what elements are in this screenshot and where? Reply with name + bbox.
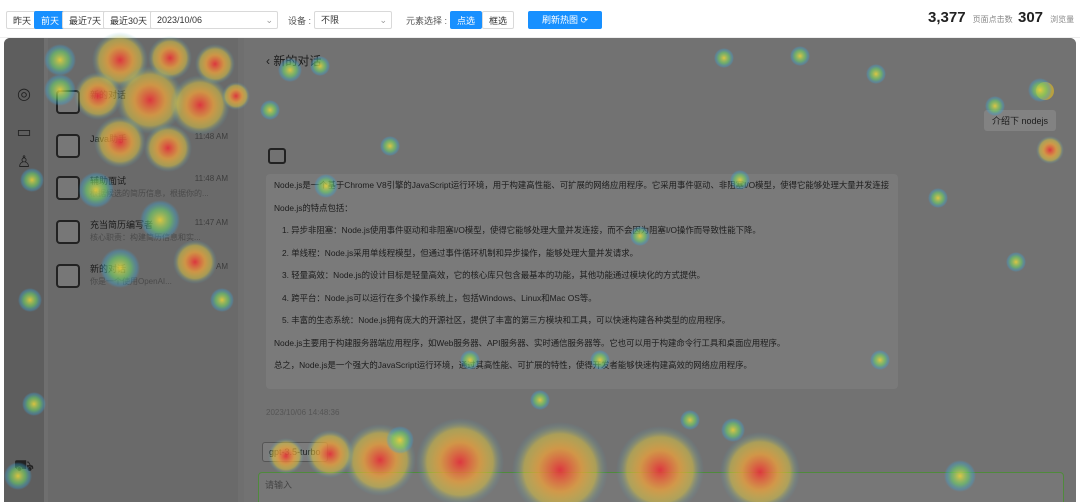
conversation-title: 新的对话 bbox=[90, 90, 127, 100]
model-name: gpt-3.5-turbo bbox=[269, 447, 321, 457]
robot-icon bbox=[56, 134, 80, 158]
views-value: 307 bbox=[1018, 9, 1044, 26]
conversation-title: 辅助面试 bbox=[90, 176, 127, 186]
conversation-item[interactable]: 新的对话 bbox=[54, 84, 234, 126]
answer-list-item: 2. 单线程：Node.js采用单线程模型，但通过事件循环机制和异步操作，能够处… bbox=[282, 247, 638, 258]
input-placeholder: 请输入 bbox=[265, 480, 293, 490]
conversation-title: 新的对话 bbox=[90, 264, 127, 274]
robot-icon bbox=[56, 90, 80, 114]
chat-header: ‹ 新的对话 bbox=[266, 52, 321, 69]
clicks-label: 页面点击数 bbox=[972, 15, 1013, 24]
user-message: 介绍下 nodejs bbox=[983, 110, 1056, 131]
conversation-item[interactable]: 辅助面试 11:48 AM 根据候选的简历信息，根据你的... bbox=[54, 170, 234, 212]
conversation-preview: 核心职责：构建简历信息和实... bbox=[90, 233, 201, 242]
clicks-value: 3,377 bbox=[928, 9, 966, 26]
range-30days-button[interactable]: 最近30天 bbox=[103, 11, 155, 29]
conversation-time: 11:47 AM bbox=[194, 218, 228, 227]
conversation-title: 充当简历编写者 bbox=[90, 220, 154, 230]
robot-icon bbox=[56, 264, 80, 288]
conversation-item[interactable]: 新的对话 AM 你是一个使用OpenAI... bbox=[54, 258, 234, 300]
answer-paragraph: Node.js主要用于构建服务器端应用程序，如Web服务器、API服务器、实时通… bbox=[274, 337, 786, 348]
message-timestamp: 2023/10/06 14:48:36 bbox=[266, 408, 340, 417]
device-select[interactable]: 不限 ⌄ bbox=[314, 11, 392, 29]
answer-paragraph: Node.js是一个基于Chrome V8引擎的JavaScript运行环境，用… bbox=[274, 180, 890, 190]
conversation-preview: 根据候选的简历信息，根据你的... bbox=[90, 189, 209, 198]
app-logo-icon[interactable]: ◎ bbox=[13, 84, 35, 106]
message-input[interactable]: 请输入 bbox=[258, 472, 1064, 502]
robot-icon bbox=[56, 220, 80, 244]
device-label: 设备 : bbox=[288, 16, 312, 26]
element-select-label: 元素选择 : bbox=[406, 16, 448, 26]
answer-list-item: 1. 异步非阻塞：Node.js使用事件驱动和非阻塞I/O模型，使得它能够处理大… bbox=[282, 225, 761, 235]
chat-panel: ‹ 新的对话 介绍下 nodejs Node.js是一个基于Chrome V8引… bbox=[244, 38, 1076, 502]
device-value: 不限 bbox=[321, 15, 340, 25]
answer-list-item: 4. 跨平台：Node.js可以运行在多个操作系统上，包括Windows、Lin… bbox=[282, 292, 597, 303]
mode-click-button[interactable]: 点选 bbox=[450, 11, 483, 29]
assistant-message: Node.js是一个基于Chrome V8引擎的JavaScript运行环境，用… bbox=[266, 174, 898, 389]
conversation-time: AM bbox=[216, 262, 228, 271]
user-icon[interactable]: ♙ bbox=[13, 152, 35, 174]
views-stat: 307 浏览量 bbox=[1018, 9, 1074, 26]
conversation-time: 11:48 AM bbox=[194, 132, 228, 141]
mode-box-button[interactable]: 框选 bbox=[482, 11, 515, 29]
chat-title: 新的对话 bbox=[273, 54, 322, 68]
refresh-icon: ⟳ bbox=[580, 15, 589, 25]
refresh-label: 刷新热图 bbox=[541, 15, 578, 25]
date-value: 2023/10/06 bbox=[157, 15, 203, 25]
heatmap-toolbar: 昨天 前天 最近7天 最近30天 2023/10/06 ⌄ 设备 : 不限 ⌄ … bbox=[0, 0, 1080, 38]
conversation-time: 11:48 AM bbox=[194, 174, 228, 183]
model-selector[interactable]: gpt-3.5-turbo bbox=[262, 442, 328, 462]
heatmap-stage: ◎ ▭ ♙ ⛟ 新的对话 Java助手 11:48 AM 辅助面试 11:48 … bbox=[4, 38, 1076, 502]
cart-icon[interactable]: ⛟ bbox=[13, 456, 35, 478]
conversation-list: 新的对话 Java助手 11:48 AM 辅助面试 11:48 AM 根据候选的… bbox=[48, 38, 238, 502]
date-picker[interactable]: 2023/10/06 ⌄ bbox=[150, 11, 278, 29]
chevron-down-icon: ⌄ bbox=[379, 15, 387, 25]
bot-avatar-icon bbox=[268, 148, 286, 164]
chevron-down-icon: ⌄ bbox=[265, 15, 273, 25]
conversation-title: Java助手 bbox=[90, 134, 128, 144]
conversation-preview: 你是一个使用OpenAI... bbox=[90, 277, 172, 286]
app-nav-rail: ◎ ▭ ♙ ⛟ bbox=[4, 38, 44, 502]
clicks-stat: 3,377 页面点击数 bbox=[928, 9, 1013, 26]
answer-list-item: 5. 丰富的生态系统：Node.js拥有庞大的开源社区，提供了丰富的第三方模块和… bbox=[282, 315, 731, 325]
answer-paragraph: 总之，Node.js是一个强大的JavaScript运行环境，通过其高性能、可扩… bbox=[274, 360, 752, 370]
range-7days-button[interactable]: 最近7天 bbox=[62, 11, 109, 29]
conversation-item[interactable]: Java助手 11:48 AM bbox=[54, 128, 234, 170]
answer-paragraph: Node.js的特点包括： bbox=[274, 202, 353, 213]
robot-icon bbox=[56, 176, 80, 200]
chat-icon[interactable]: ▭ bbox=[13, 122, 35, 144]
conversation-item[interactable]: 充当简历编写者 11:47 AM 核心职责：构建简历信息和实... bbox=[54, 214, 234, 256]
refresh-heatmap-button[interactable]: 刷新热图 ⟳ bbox=[528, 11, 602, 29]
user-avatar bbox=[1036, 82, 1054, 100]
views-label: 浏览量 bbox=[1050, 15, 1075, 24]
answer-list-item: 3. 轻量高效：Node.js的设计目标是轻量高效，它的核心库只包含最基本的功能… bbox=[282, 270, 705, 280]
